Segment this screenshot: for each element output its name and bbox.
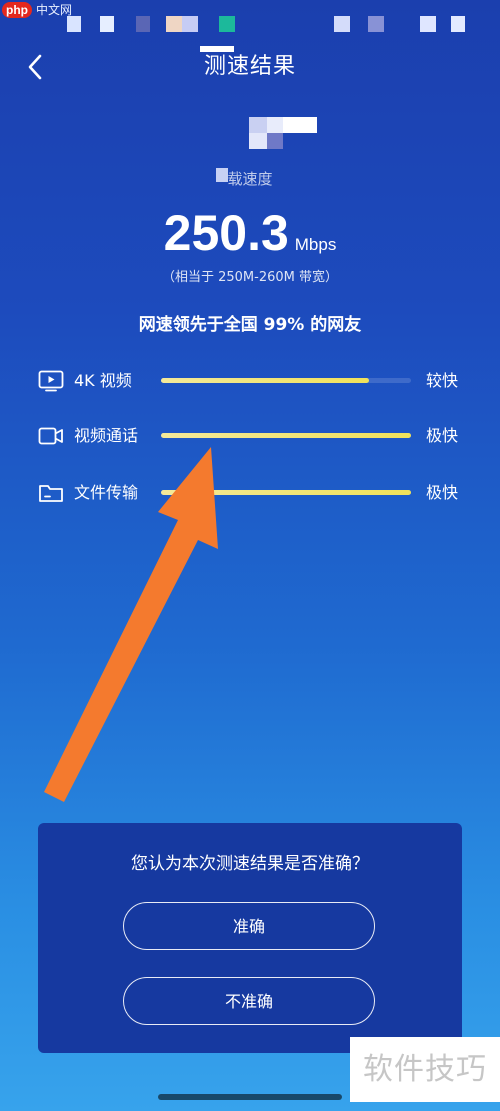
metric-progress-bar: [161, 433, 411, 438]
folder-icon: [39, 485, 63, 502]
redacted-mosaic: [249, 117, 267, 133]
metric-row-file-transfer: 文件传输 极快: [38, 478, 468, 508]
status-icon-blurred: [420, 16, 436, 32]
speed-readout: 250.3 Mbps: [0, 203, 500, 263]
feedback-question: 您认为本次测速结果是否准确？: [131, 854, 369, 874]
metric-status: 极快: [426, 426, 459, 445]
metric-progress-bar: [161, 378, 411, 383]
metric-progress-fill: [161, 378, 369, 383]
status-icon-blurred: [136, 16, 150, 32]
metric-progress-fill: [161, 490, 411, 495]
redacted-mosaic: [283, 117, 317, 133]
feedback-card: 您认为本次测速结果是否准确？ 准确 不准确: [38, 823, 462, 1053]
tv-play-icon: [38, 370, 64, 392]
status-icon-blurred: [368, 16, 384, 32]
redacted-mosaic: [249, 133, 267, 149]
video-camera-icon: [38, 427, 63, 445]
site-logo: php 中文网: [2, 2, 72, 18]
home-indicator: [158, 1094, 342, 1100]
metric-status: 较快: [426, 371, 459, 390]
metric-row-video-call: 视频通话 极快: [38, 421, 468, 451]
metric-progress-bar: [161, 490, 411, 495]
redacted-mosaic: [200, 46, 234, 52]
rank-text: 网速领先于全国 99% 的网友: [138, 315, 362, 335]
speed-unit: Mbps: [294, 235, 337, 254]
page-title: 测速结果: [203, 54, 296, 79]
status-icon-blurred: [451, 16, 465, 32]
speed-value: 250.3: [163, 205, 289, 261]
status-icon-blurred: [166, 16, 182, 32]
site-logo-badge: php: [2, 2, 32, 18]
metric-progress-fill: [161, 433, 411, 438]
inaccurate-button[interactable]: 不准确: [123, 977, 375, 1025]
accurate-button[interactable]: 准确: [123, 902, 375, 950]
status-icon-blurred: [100, 16, 114, 32]
metric-status: 极快: [426, 483, 459, 502]
watermark: 软件技巧: [350, 1037, 500, 1102]
metric-label: 4K 视频: [74, 371, 132, 390]
speed-label: 载速度: [227, 170, 273, 188]
status-bar: php 中文网: [0, 0, 500, 42]
redacted-mosaic: [267, 133, 283, 149]
metric-row-4k-video: 4K 视频 较快: [38, 366, 468, 396]
status-icon-blurred: [67, 16, 81, 32]
metric-label: 视频通话: [74, 426, 139, 445]
status-icon-blurred: [219, 16, 235, 32]
redacted-mosaic: [267, 117, 283, 133]
speed-test-result-screen: php 中文网 测速结果 载速度 250.3 Mbps （相当于 250M-260…: [0, 0, 500, 1111]
metric-label: 文件传输: [74, 483, 139, 502]
status-icon-blurred: [182, 16, 198, 32]
bandwidth-range: （相当于 250M-260M 带宽）: [161, 270, 338, 285]
status-icon-blurred: [334, 16, 350, 32]
